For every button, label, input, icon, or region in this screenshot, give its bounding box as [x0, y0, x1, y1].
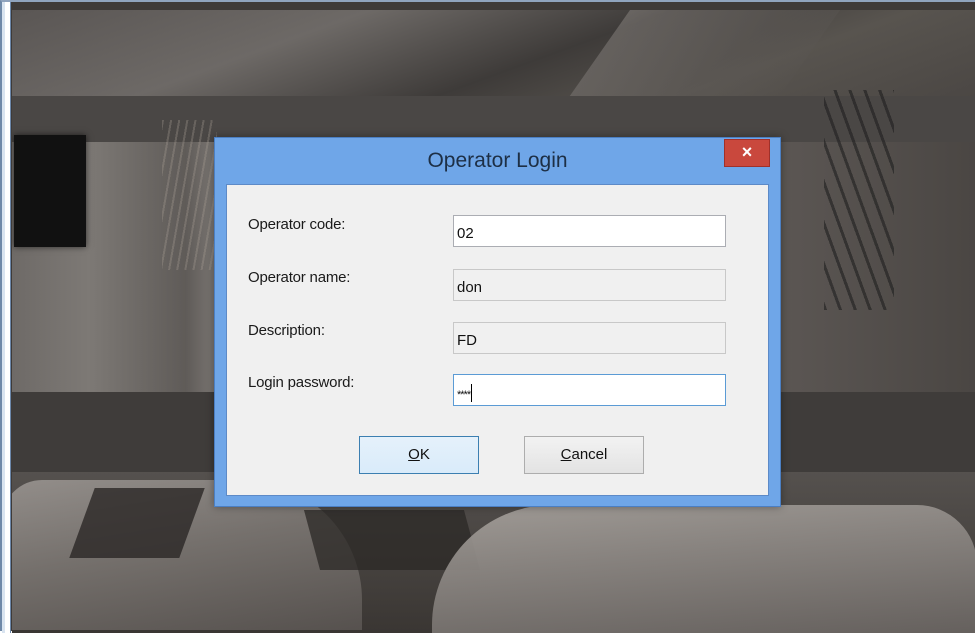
cancel-accel: C — [560, 446, 572, 463]
close-button[interactable]: × — [724, 139, 770, 167]
login-password-label: Login password: — [248, 374, 355, 391]
operator-login-dialog: Operator Login × Operator code: 02 Opera… — [214, 137, 781, 507]
operator-name-input[interactable]: don — [453, 269, 726, 301]
close-icon: × — [741, 142, 753, 162]
ok-accel: O — [408, 446, 420, 463]
bg-tv — [14, 135, 86, 247]
operator-name-label: Operator name: — [248, 269, 351, 286]
password-value: **** — [457, 389, 471, 401]
text-caret — [471, 384, 473, 402]
login-password-input[interactable]: **** — [453, 374, 726, 406]
cancel-button[interactable]: Cancel — [524, 436, 644, 474]
bg-plant — [162, 120, 217, 270]
dialog-body: Operator code: 02 Operator name: don Des… — [226, 184, 769, 496]
description-label: Description: — [248, 322, 325, 339]
operator-code-label: Operator code: — [248, 216, 346, 233]
cancel-label-rest: ancel — [571, 446, 608, 463]
bg-stand — [824, 90, 894, 310]
window-left-edge — [2, 2, 11, 633]
operator-code-input[interactable]: 02 — [453, 215, 726, 247]
dialog-title: Operator Login — [427, 149, 568, 172]
ok-label-rest: K — [419, 446, 430, 463]
bg-sofa-right — [432, 505, 975, 633]
description-input[interactable]: FD — [453, 322, 726, 354]
ok-button[interactable]: OK — [359, 436, 479, 474]
